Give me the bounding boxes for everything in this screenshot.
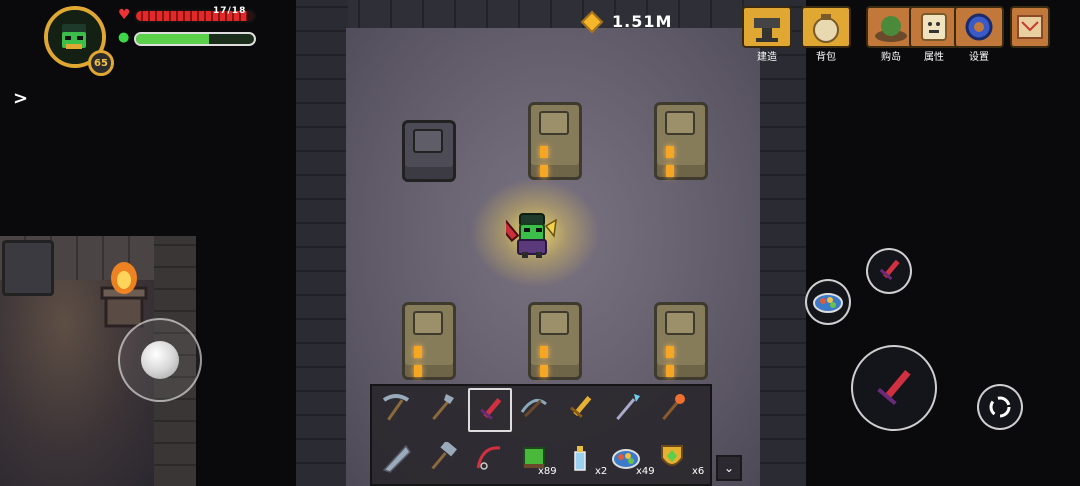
roll-icon bbox=[989, 396, 1011, 418]
drill-icon bbox=[382, 444, 411, 473]
fishing-rod-icon bbox=[476, 446, 501, 470]
expand-arrow-icon[interactable]: > bbox=[13, 88, 28, 109]
potion-bottle-icon bbox=[574, 446, 586, 471]
settings-label: 设置 bbox=[969, 52, 989, 63]
scroll-face-icon bbox=[909, 6, 959, 48]
hotbar-slot[interactable] bbox=[652, 438, 692, 478]
pedestal-lit[interactable] bbox=[528, 302, 582, 380]
settings-button[interactable]: 设置 bbox=[954, 6, 1004, 63]
pickaxe-icon bbox=[382, 394, 410, 421]
pedestal-lit[interactable] bbox=[402, 302, 456, 380]
hotbar-slot[interactable] bbox=[422, 388, 462, 428]
shovel-icon bbox=[432, 394, 454, 421]
hammer-icon bbox=[431, 442, 457, 470]
gear-icon bbox=[954, 6, 1004, 48]
brazier-icon bbox=[100, 258, 148, 330]
pedestal-lit[interactable] bbox=[654, 102, 708, 180]
mana-drop-icon: ● bbox=[118, 30, 130, 45]
pedestal-lit[interactable] bbox=[528, 102, 582, 180]
anvil-icon bbox=[742, 6, 792, 48]
food-plate-icon bbox=[813, 293, 843, 313]
currency-amount: 1.51M bbox=[612, 12, 673, 31]
dodge-roll-button[interactable] bbox=[977, 384, 1023, 430]
map-button[interactable] bbox=[1010, 6, 1050, 48]
red-sword-icon bbox=[877, 369, 911, 406]
build-label: 建造 bbox=[757, 52, 777, 63]
hotbar-slot[interactable] bbox=[376, 438, 416, 478]
hotbar-expand-button[interactable]: ⌄ bbox=[716, 455, 742, 481]
red-sword-icon bbox=[480, 397, 502, 420]
item-count: x89 bbox=[538, 466, 557, 477]
attributes-label: 属性 bbox=[924, 52, 944, 63]
mp-bar-fill bbox=[136, 34, 210, 44]
room-left-wall bbox=[296, 0, 348, 486]
item-count: x6 bbox=[692, 466, 705, 477]
hotbar-slot[interactable] bbox=[468, 438, 508, 478]
red-sword-icon bbox=[879, 259, 900, 281]
backpack-label: 背包 bbox=[816, 52, 836, 63]
ice-spear-icon bbox=[616, 394, 640, 421]
hotbar-slot[interactable] bbox=[376, 388, 416, 428]
attributes-button[interactable]: 属性 bbox=[909, 6, 959, 63]
hotbar-slot[interactable] bbox=[652, 388, 692, 428]
level-badge: 65 bbox=[88, 50, 114, 76]
item-count: x2 bbox=[595, 466, 608, 477]
hotbar-slot[interactable] bbox=[514, 388, 554, 428]
quick-item-button[interactable] bbox=[805, 279, 851, 325]
fire-staff-icon bbox=[662, 394, 685, 421]
pedestal-lit[interactable] bbox=[654, 302, 708, 380]
hp-text: 17/18 bbox=[213, 6, 247, 16]
shield-gem-icon bbox=[661, 445, 683, 466]
player-character bbox=[488, 206, 558, 260]
hotbar-slot[interactable] bbox=[560, 438, 600, 478]
item-count: x49 bbox=[636, 466, 655, 477]
map-icon bbox=[1010, 6, 1050, 48]
pedestal-unlit[interactable] bbox=[402, 120, 456, 182]
room-top-wall bbox=[296, 0, 806, 30]
hotbar-slot[interactable] bbox=[422, 438, 462, 478]
mp-bar bbox=[134, 32, 256, 46]
golden-sword-icon bbox=[570, 395, 592, 418]
attack-button[interactable] bbox=[851, 345, 937, 431]
hotbar-slot-selected[interactable] bbox=[468, 388, 512, 432]
hotbar-slot[interactable] bbox=[606, 388, 646, 428]
hotbar-slot[interactable] bbox=[560, 388, 600, 428]
crossbow-icon bbox=[520, 398, 547, 418]
weapon-swap-button[interactable] bbox=[866, 248, 912, 294]
build-button[interactable]: 建造 bbox=[742, 6, 792, 63]
backpack-button[interactable]: 背包 bbox=[801, 6, 851, 63]
stone-block bbox=[2, 240, 54, 296]
bag-icon bbox=[801, 6, 851, 48]
room-right-wall bbox=[760, 0, 806, 486]
heart-icon: ♥ bbox=[118, 7, 131, 23]
joystick-knob[interactable] bbox=[141, 341, 179, 379]
hotbar: x89 x2 x49 x6 bbox=[370, 384, 712, 486]
